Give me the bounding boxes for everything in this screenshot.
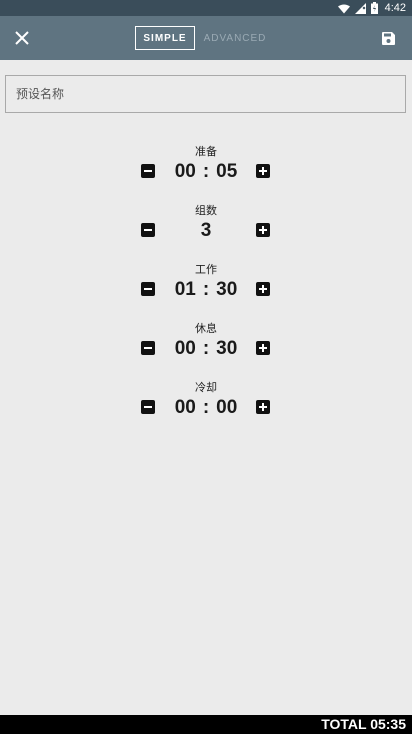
minutes-value[interactable]: 01	[175, 279, 196, 301]
seconds-value[interactable]: 30	[216, 338, 237, 360]
battery-icon	[370, 0, 378, 18]
decrement-button[interactable]	[141, 341, 155, 355]
increment-button[interactable]	[256, 164, 270, 178]
increment-button[interactable]	[256, 223, 270, 237]
sets-count[interactable]: 3	[201, 220, 212, 242]
decrement-button[interactable]	[141, 164, 155, 178]
save-button[interactable]	[376, 26, 400, 50]
minus-icon	[141, 223, 155, 237]
colon: :	[202, 161, 210, 182]
colon: :	[202, 397, 210, 418]
field-label: 准备	[195, 145, 217, 158]
minus-icon	[141, 164, 155, 178]
field-label: 冷却	[195, 381, 217, 394]
wifi-icon	[337, 0, 350, 18]
plus-icon	[256, 400, 270, 414]
field-sets: 组数 3	[0, 202, 412, 252]
tab-advanced[interactable]: ADVANCED	[200, 26, 270, 50]
decrement-button[interactable]	[141, 223, 155, 237]
minutes-value[interactable]: 00	[175, 397, 196, 419]
minus-icon	[141, 341, 155, 355]
increment-button[interactable]	[256, 341, 270, 355]
minus-icon	[141, 400, 155, 414]
plus-icon	[256, 223, 270, 237]
tab-simple[interactable]: SIMPLE	[135, 26, 195, 50]
preset-name-input[interactable]	[5, 75, 406, 113]
field-label: 休息	[195, 322, 217, 335]
time-value: 00 : 00	[160, 396, 252, 420]
plus-icon	[256, 282, 270, 296]
colon: :	[202, 279, 210, 300]
total-duration: TOTAL 05:35	[321, 716, 406, 732]
minutes-value[interactable]: 00	[175, 338, 196, 360]
decrement-button[interactable]	[141, 282, 155, 296]
count-value: 3	[160, 219, 252, 243]
total-bar: TOTAL 05:35	[0, 715, 412, 734]
seconds-value[interactable]: 05	[216, 161, 237, 183]
colon: :	[202, 338, 210, 359]
field-prepare: 准备 00 : 05	[0, 143, 412, 193]
field-label: 组数	[195, 204, 217, 217]
seconds-value[interactable]: 30	[216, 279, 237, 301]
signal-icon	[354, 0, 366, 18]
close-button[interactable]	[10, 26, 34, 50]
field-cooldown: 冷却 00 : 00	[0, 379, 412, 429]
time-value: 00 : 30	[160, 337, 252, 361]
increment-button[interactable]	[256, 400, 270, 414]
minutes-value[interactable]: 00	[175, 161, 196, 183]
decrement-button[interactable]	[141, 400, 155, 414]
increment-button[interactable]	[256, 282, 270, 296]
seconds-value[interactable]: 00	[216, 397, 237, 419]
field-work: 工作 01 : 30	[0, 261, 412, 311]
plus-icon	[256, 164, 270, 178]
plus-icon	[256, 341, 270, 355]
status-time: 4:42	[384, 2, 406, 14]
status-bar: 4:42	[0, 0, 412, 16]
minus-icon	[141, 282, 155, 296]
field-rest: 休息 00 : 30	[0, 320, 412, 370]
close-icon	[15, 31, 29, 45]
field-label: 工作	[195, 263, 217, 276]
time-value: 00 : 05	[160, 160, 252, 184]
status-icons: 4:42	[337, 0, 406, 18]
time-value: 01 : 30	[160, 278, 252, 302]
save-icon	[381, 31, 395, 45]
toolbar: SIMPLE ADVANCED	[0, 16, 412, 60]
